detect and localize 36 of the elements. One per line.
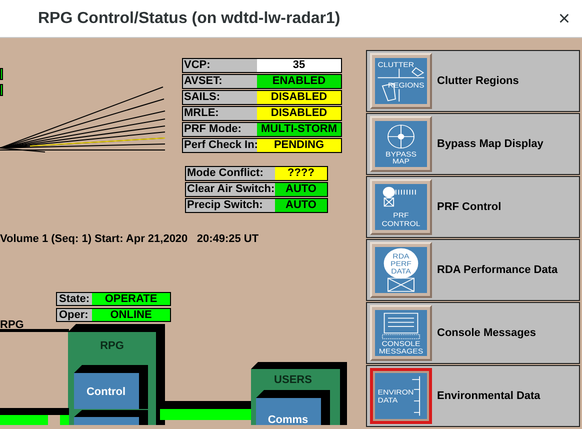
status-label: PRF Mode: [183,123,242,136]
rpg-box-title: RPG [100,340,124,352]
status-value: MULTI-STORM [257,123,341,136]
window-title: RPG Control/Status (on wdtd-lw-radar1) [38,8,340,28]
status-label: State: [58,293,91,305]
status-label: VCP: [183,59,212,72]
status-value: OPERATE [92,293,170,305]
status-value: ONLINE [92,309,170,321]
tool-label: Bypass Map Display [437,136,544,152]
users-box-title: USERS [274,374,312,386]
status-label: SAILS: [183,91,222,104]
status-label: Mode Conflict: [186,167,264,180]
control-label: Control [86,386,126,398]
status-value: AUTO [275,183,327,196]
status-value: ENABLED [257,75,341,88]
volume-start-text: Volume 1 (Seq: 1) Start: Apr 21,2020 20:49:25 UT [0,232,260,246]
status-label: Perf Check In: [183,139,257,152]
status-label: AVSET: [183,75,224,88]
comms-label: Comms [268,414,308,425]
tool-label: Clutter Regions [437,74,519,89]
status-value: AUTO [275,199,327,212]
rpg-label: RPG [0,319,24,331]
tool-label: PRF Control [437,200,502,215]
tool-label: Console Messages [437,326,536,341]
status-label: Precip Switch: [186,199,264,212]
status-value: ???? [275,167,327,180]
status-value: DISABLED [257,107,341,120]
status-value: 35 [257,59,341,72]
tool-label: Environmental Data [437,388,540,404]
status-label: Clear Air Switch: [186,183,275,196]
status-label: Oper: [58,309,90,321]
close-button[interactable]: × [558,8,570,28]
status-label: MRLE: [183,107,220,120]
status-value: DISABLED [257,91,341,104]
status-value: PENDING [257,139,341,152]
tool-label: RDA Performance Data [437,262,558,278]
